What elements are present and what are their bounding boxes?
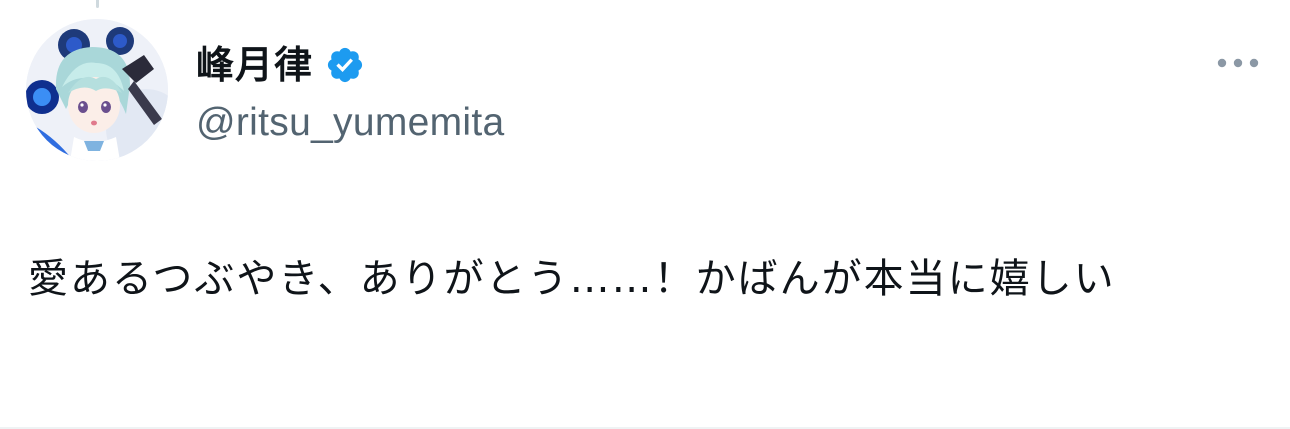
display-name[interactable]: 峰月律	[196, 38, 313, 92]
user-handle[interactable]: @ritsu_yumemita	[196, 98, 1210, 148]
more-options-button[interactable]	[1214, 48, 1262, 78]
verified-badge-icon	[325, 45, 365, 85]
avatar[interactable]	[26, 19, 168, 161]
tweet-text: 愛あるつぶやき、ありがとう……！かばんが本当に嬉しい	[28, 256, 1116, 302]
avatar-anime-character-icon	[26, 19, 168, 161]
thread-connector-line	[96, 0, 99, 8]
name-row: 峰月律	[196, 38, 1210, 92]
tweet-card[interactable]: 峰月律 @ritsu_yumemita 愛あるつぶやき、ありがとう……！かばんが…	[0, 0, 1290, 429]
more-options-icon	[1217, 58, 1259, 68]
tweet-header: 峰月律 @ritsu_yumemita	[196, 38, 1210, 148]
